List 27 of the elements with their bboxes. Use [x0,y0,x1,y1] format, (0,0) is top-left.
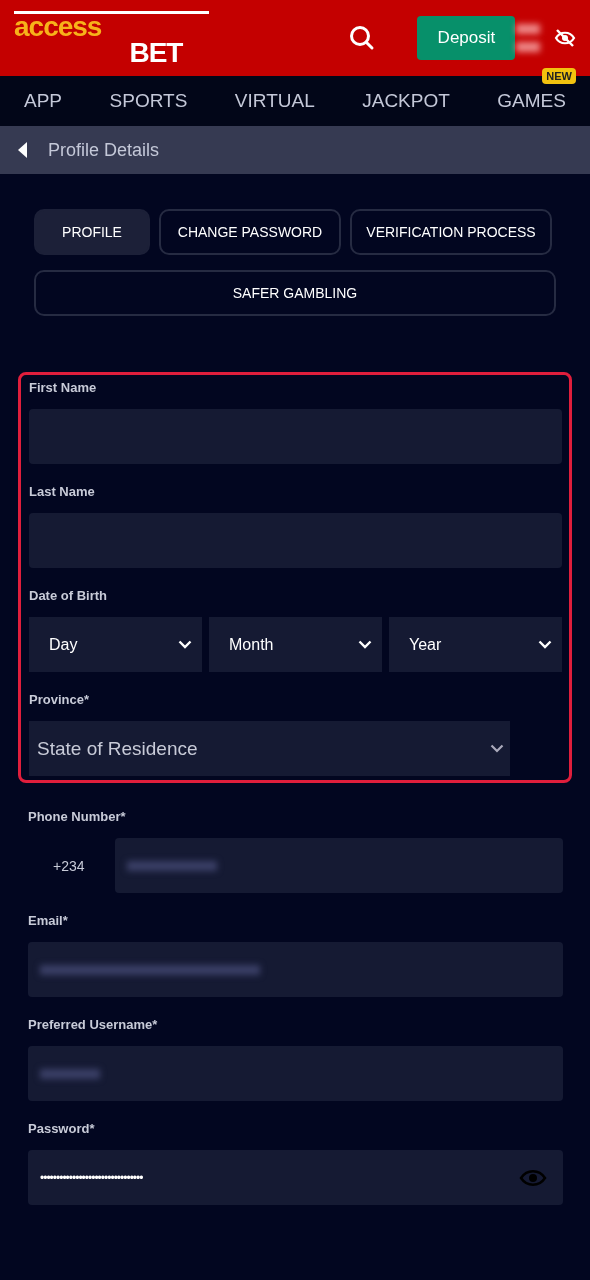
profile-tab[interactable]: VERIFICATION PROCESS [350,209,552,255]
nav-link[interactable]: GAMES [497,90,566,111]
profile-tab[interactable]: SAFER GAMBLING [34,270,556,316]
nav-link[interactable]: SPORTS [109,90,188,111]
field-label: Date of Birth [29,588,108,603]
dropdown[interactable]: Day [29,617,202,672]
profile-tab[interactable]: PROFILE [34,209,150,255]
field-label: First Name [29,380,98,395]
field-label: Last Name [29,484,96,499]
page-title: Profile Details [48,139,160,161]
profile-tab[interactable]: CHANGE PASSWORD [159,209,341,255]
dropdown[interactable]: Month [209,617,382,672]
nav-link[interactable]: JACKPOT [362,90,450,111]
field-label: Province* [29,692,90,707]
field-label: Email* [28,913,69,928]
nav-link[interactable]: APP [24,90,63,111]
country-code: +234 [52,857,86,874]
field-label: Password* [28,1121,96,1136]
field-label: Phone Number* [28,809,127,824]
dropdown[interactable]: Year [389,617,562,672]
new-badge: NEW [542,68,576,84]
password-field[interactable]: •••••••••••••••••••••••••••••••• [28,1150,563,1205]
nav-link[interactable]: VIRTUAL [234,90,315,111]
deposit-button[interactable]: Deposit [417,16,516,60]
logo[interactable]: access BET [14,11,210,65]
field-label: Preferred Username* [28,1017,159,1032]
dropdown[interactable]: State of Residence [29,721,510,776]
